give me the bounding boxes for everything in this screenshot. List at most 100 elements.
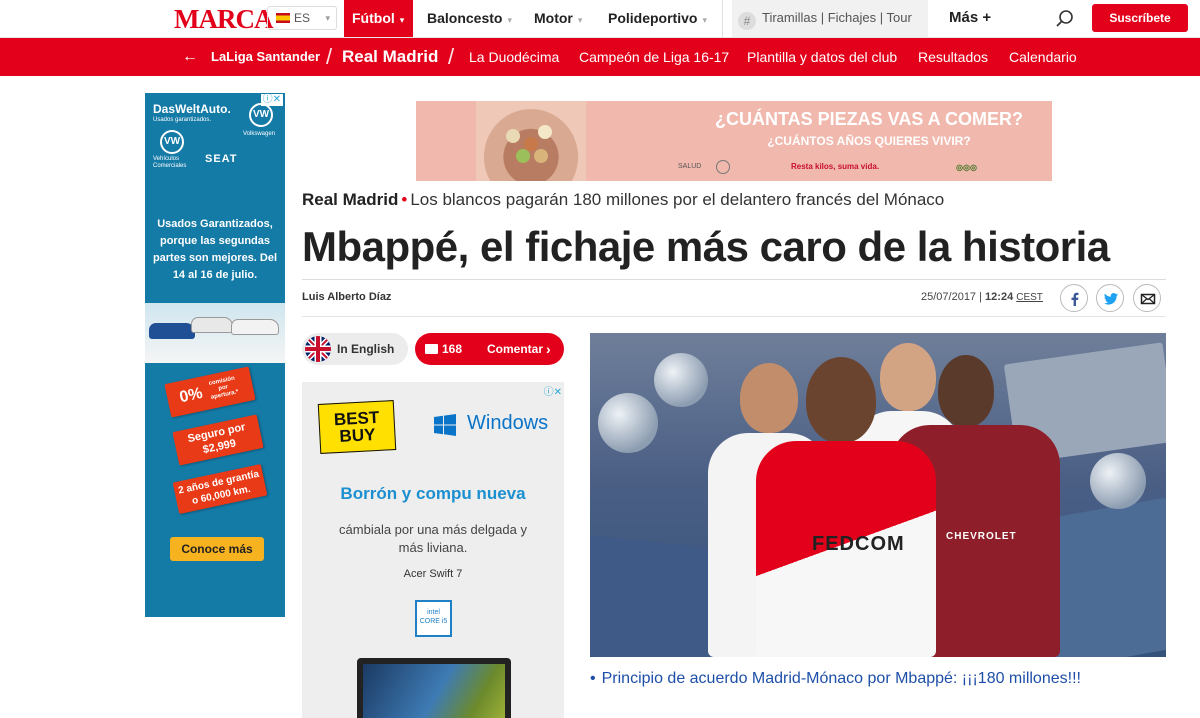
related-article-link[interactable]: • Principio de acuerdo Madrid-Mónaco por … [590,670,1081,688]
ad-volkswagen-label: Volkswagen [243,131,276,137]
article-subtitle: Los blancos pagarán 180 millones por el … [410,190,945,209]
section-link-laliga[interactable]: LaLiga Santander [211,38,320,76]
car-image [231,319,279,335]
ad-product-model: Acer Swift 7 [403,568,463,580]
nav-item-label: Fútbol [352,10,395,26]
trending-label: Tiramillas | Fichajes | Tour [762,10,912,25]
nav-item-motor[interactable]: Motor ▾ [534,0,582,37]
laptop-image [357,658,511,718]
nav-item-futbol[interactable]: Fútbol ▾ [344,0,413,37]
coin-image [1090,453,1146,509]
hero-sponsor-text: CHEVROLET [946,531,1017,542]
ad-headline: ¿CUÁNTAS PIEZAS VAS A COMER? [714,109,1023,129]
comment-count: 168 [442,342,463,356]
spain-flag-icon [276,13,290,23]
laptop-screen [363,664,505,718]
nav-item-polideportivo[interactable]: Polideportivo ▾ [608,0,707,37]
in-english-button[interactable]: In English [302,333,408,365]
search-icon[interactable] [1055,9,1075,29]
in-english-label: In English [337,342,395,356]
chevron-down-icon: ▾ [325,13,330,23]
windows-wordmark: Windows [467,412,549,434]
section-title-real-madrid[interactable]: Real Madrid [342,38,438,76]
volkswagen-commercial-logo-icon: VW [160,130,184,154]
player-head [806,357,876,443]
car-image [191,317,233,333]
ad-tag-warranty: 2 años de grantía o 60,000 km. [172,463,268,515]
date-separator: | [979,291,982,303]
chevron-right-icon: › [546,341,551,357]
comment-label: Comentar [487,342,544,356]
article-headline: Mbappé, el fichaje más caro de la histor… [302,223,1110,270]
food-item [534,149,548,163]
chevron-down-icon: ▾ [399,15,405,25]
related-bullet: • [590,670,596,687]
car-image [149,323,195,339]
ad-tag-commission-value: 0% [178,384,205,407]
nav-divider [722,0,723,37]
ad-food-image [476,101,586,181]
section-link-calendario[interactable]: Calendario [1009,38,1077,76]
skyscraper-ad[interactable]: ⓘ✕ DasWeltAuto. Usados garantizados. VW … [145,93,285,617]
comment-bubble-icon [425,344,438,354]
twitter-icon [1104,293,1118,305]
article-section-link[interactable]: Real Madrid [302,190,398,209]
language-selector[interactable]: ES ▾ [267,6,337,30]
chevron-down-icon: ▾ [577,15,583,25]
facebook-icon [1071,292,1079,306]
banner-ad[interactable]: ¿CUÁNTAS PIEZAS VAS A COMER? ¿CUÁNTOS AÑ… [416,101,1052,181]
intel-badge-icon: intel CORE i5 [415,600,452,637]
breadcrumb-separator: / [448,44,455,69]
trending-topics[interactable]: # Tiramillas | Fichajes | Tour [732,0,928,37]
section-link-duodecima[interactable]: La Duodécima [469,38,559,76]
section-link-resultados[interactable]: Resultados [918,38,988,76]
ad-cta-button[interactable]: Conoce más [170,537,264,561]
ad-tag-commission-sub: comisión por apertura.* [208,375,240,402]
top-navigation: MARCA ES ▾ Fútbol ▾ Baloncesto ▾ Motor ▾ Po… [0,0,1200,38]
article-timezone: CEST [1016,292,1043,303]
coin-image [598,393,658,453]
article-author[interactable]: Luis Alberto Díaz [302,291,391,303]
chevron-down-icon: ▾ [507,15,512,25]
player-head [740,363,798,433]
email-icon [1140,293,1156,305]
more-menu-button[interactable]: Más + [949,0,991,37]
coin-image [654,353,708,407]
government-seal-icon [716,160,730,174]
ad-tagline: Resta kilos, suma vida. [791,162,880,171]
article-hero-image[interactable]: CHEVROLET FEDCOM [590,333,1166,657]
comment-button[interactable]: 168 Comentar › [415,333,564,365]
ad-salud-logo: SALUD [678,163,702,170]
ad-headline: Borrón y compu nueva [340,484,526,503]
ad-tag-insurance: Seguro por $2,999 [172,414,264,466]
player-head [880,343,936,411]
windows-logo-icon [434,414,456,436]
marca-logo[interactable]: MARCA [174,4,273,34]
share-facebook-button[interactable] [1060,284,1088,312]
rectangle-ad[interactable]: ⓘ✕ BEST BUY Windows Borrón y compu nueva… [302,382,564,718]
seat-logo: SEAT [205,153,238,165]
food-item [506,129,520,143]
chevron-down-icon: ▾ [702,15,707,25]
back-arrow-icon[interactable]: ← [182,38,198,76]
share-email-button[interactable] [1133,284,1161,312]
share-twitter-button[interactable] [1096,284,1124,312]
nav-item-label: Baloncesto [427,10,503,26]
volkswagen-logo-icon: VW [249,103,273,127]
ad-body-text: cámbiala por una más delgada y más livia… [339,522,527,555]
byline-divider [302,316,1166,317]
article-date-value: 25/07/2017 [921,291,977,303]
breadcrumb-separator: / [326,44,333,69]
ad-choices-icon[interactable]: ⓘ✕ [544,383,562,398]
food-item [516,149,530,163]
section-link-campeon-liga[interactable]: Campeón de Liga 16-17 [579,38,729,76]
language-label: ES [294,11,311,25]
related-link-text: Principio de acuerdo Madrid-Mónaco por M… [601,670,1081,687]
nav-item-baloncesto[interactable]: Baloncesto ▾ [427,0,512,37]
section-link-plantilla[interactable]: Plantilla y datos del club [747,38,897,76]
subscribe-button[interactable]: Suscríbete [1092,4,1188,32]
nav-item-label: Motor [534,10,573,26]
food-item [538,125,552,139]
hero-sponsor-text: FEDCOM [812,533,905,555]
ad-partner-logos-icon: ◎◎◎ [956,163,977,172]
